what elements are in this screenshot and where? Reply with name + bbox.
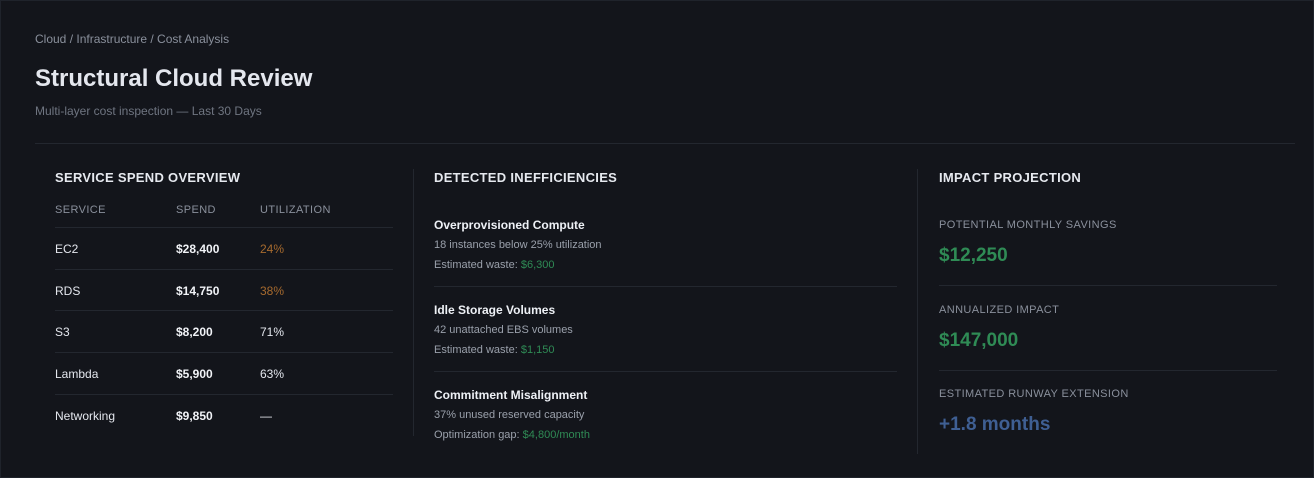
- inefficiency-name: Overprovisioned Compute: [434, 218, 585, 232]
- inefficiency-metric: Estimated waste: $6,300: [434, 259, 554, 271]
- inefficiency-name: Commitment Misalignment: [434, 388, 588, 402]
- inefficiency-item[interactable]: Commitment Misalignment 37% unused reser…: [434, 388, 897, 473]
- metric-divider: [939, 370, 1277, 371]
- inefficiency-metric: Estimated waste: $1,150: [434, 344, 554, 356]
- service-utilization: 24%: [260, 242, 285, 256]
- metric-value: $4,800/month: [522, 429, 590, 441]
- service-spend: $8,200: [176, 325, 213, 339]
- report-panel: Cloud / Infrastructure / Cost Analysis S…: [0, 0, 1314, 478]
- header-divider: [35, 143, 1295, 144]
- metric-label-annualized-impact: ANNUALIZED IMPACT: [939, 304, 1060, 316]
- metric-value: $6,300: [520, 259, 555, 271]
- metric-label-runway-extension: ESTIMATED RUNWAY EXTENSION: [939, 388, 1129, 400]
- metric-value-monthly-savings: $12,250: [939, 245, 1008, 266]
- metric-label-monthly-savings: POTENTIAL MONTHLY SAVINGS: [939, 219, 1117, 231]
- service-spend: $14,750: [176, 284, 220, 298]
- column-header-utilization: UTILIZATION: [260, 204, 331, 216]
- column-divider: [917, 169, 918, 454]
- column-header-spend: SPEND: [176, 204, 216, 216]
- inefficiencies-section: DETECTED INEFFICIENCIES Overprovisioned …: [434, 170, 897, 441]
- page-subtitle: Multi-layer cost inspection — Last 30 Da…: [35, 104, 262, 118]
- section-heading-impact: IMPACT PROJECTION: [939, 170, 1082, 185]
- metric-divider: [939, 285, 1277, 286]
- service-name: Networking: [55, 409, 116, 423]
- section-heading-inefficiencies: DETECTED INEFFICIENCIES: [434, 170, 618, 185]
- inefficiency-description: 18 instances below 25% utilization: [434, 239, 602, 251]
- service-spend: $28,400: [176, 242, 220, 256]
- table-row: EC2 $28,400 24%: [55, 227, 393, 269]
- service-name: S3: [55, 325, 70, 339]
- service-spend: $9,850: [176, 409, 213, 423]
- service-spend: $5,900: [176, 367, 213, 381]
- metric-label: Estimated waste:: [434, 344, 518, 356]
- inefficiency-metric: Optimization gap: $4,800/month: [434, 429, 590, 441]
- impact-section: IMPACT PROJECTION POTENTIAL MONTHLY SAVI…: [939, 170, 1277, 435]
- service-spend-section: SERVICE SPEND OVERVIEW SERVICE SPEND UTI…: [55, 170, 393, 423]
- table-row: Lambda $5,900 63%: [55, 352, 393, 394]
- service-utilization: 63%: [260, 367, 285, 381]
- metric-label: Estimated waste:: [434, 259, 518, 271]
- inefficiency-description: 37% unused reserved capacity: [434, 409, 585, 421]
- metric-value: $1,150: [520, 344, 555, 356]
- table-row: S3 $8,200 71%: [55, 310, 393, 352]
- table-row: Networking $9,850 —: [55, 394, 393, 436]
- item-divider: [434, 286, 897, 287]
- service-name: RDS: [55, 284, 81, 298]
- service-name: Lambda: [55, 367, 99, 381]
- inefficiency-item[interactable]: Idle Storage Volumes 42 unattached EBS v…: [434, 303, 897, 388]
- service-utilization: 38%: [260, 284, 285, 298]
- table-row: RDS $14,750 38%: [55, 269, 393, 311]
- item-divider: [434, 371, 897, 372]
- inefficiency-name: Idle Storage Volumes: [434, 303, 556, 317]
- section-heading-spend: SERVICE SPEND OVERVIEW: [55, 170, 241, 185]
- page-title: Structural Cloud Review: [35, 65, 313, 92]
- metric-value-annualized-impact: $147,000: [939, 330, 1019, 351]
- metric-value-runway-extension: +1.8 months: [939, 414, 1051, 435]
- service-utilization: —: [260, 409, 272, 423]
- inefficiency-description: 42 unattached EBS volumes: [434, 324, 573, 336]
- breadcrumb[interactable]: Cloud / Infrastructure / Cost Analysis: [35, 32, 229, 46]
- service-utilization: 71%: [260, 325, 285, 339]
- metric-label: Optimization gap:: [434, 429, 520, 441]
- inefficiency-item[interactable]: Overprovisioned Compute 18 instances bel…: [434, 218, 897, 303]
- column-header-service: SERVICE: [55, 204, 106, 216]
- service-name: EC2: [55, 242, 79, 256]
- column-divider: [413, 169, 414, 436]
